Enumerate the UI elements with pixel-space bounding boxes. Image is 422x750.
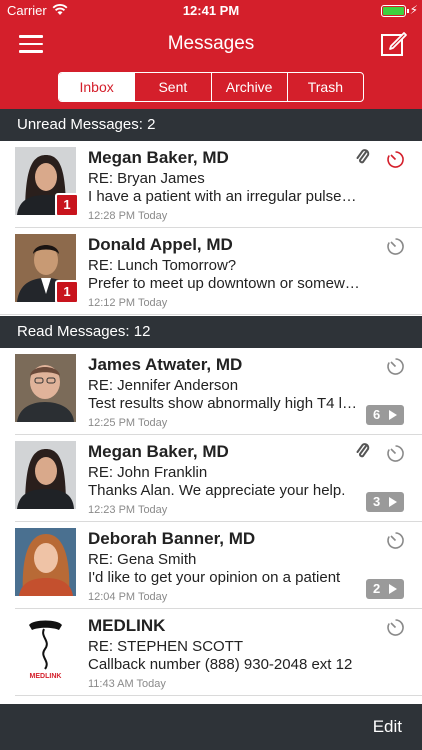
message-timestamp: 12:25 PM Today [88,417,168,429]
message-timestamp: 12:04 PM Today [88,591,168,603]
status-bar: Carrier 12:41 PM ⚡ [0,0,422,22]
thread-count: 3 [373,494,381,509]
thread-count: 2 [373,581,381,596]
thread-count-button[interactable]: 3 [366,492,404,512]
message-timestamp: 12:28 PM Today [88,210,168,222]
tab-archive[interactable]: Archive [210,73,287,101]
segmented-control: Inbox Sent Archive Trash [58,72,364,102]
sender-name: Donald Appel, MD [88,235,233,254]
sender-name: Megan Baker, MD [88,442,229,461]
message-row[interactable]: Megan Baker, MD RE: John Franklin Thanks… [0,435,422,522]
sender-name: Deborah Banner, MD [88,529,256,548]
message-preview: I have a patient with an irregular pulse… [88,188,360,205]
message-preview: Thanks Alan. We appreciate your help. [88,482,346,499]
sender-name: MEDLINK [88,616,166,635]
navigation-bar: Messages [0,22,422,65]
message-timestamp: 11:43 AM Today [88,678,166,690]
play-arrow-icon [389,497,397,507]
expiration-timer-icon [387,445,404,462]
expiration-timer-icon [387,151,404,168]
medlink-logo: MEDLINK [15,615,76,683]
avatar [15,441,76,509]
expiration-timer-icon [387,358,404,375]
expiration-timer-icon [387,238,404,255]
medlink-logo-text: MEDLINK [30,673,62,680]
expiration-timer-icon [387,532,404,549]
message-subject: RE: Lunch Tomorrow? [88,257,237,274]
unread-count-badge: 1 [55,193,79,217]
compose-icon[interactable] [380,29,408,57]
bottom-toolbar: Edit [0,704,422,750]
message-subject: RE: Bryan James [88,170,205,187]
tab-trash[interactable]: Trash [286,73,363,101]
thread-count-button[interactable]: 2 [366,579,404,599]
message-row[interactable]: MEDLINK MEDLINK RE: STEPHEN SCOTT Callba… [0,609,422,696]
tab-inbox[interactable]: Inbox [59,73,135,101]
sender-name: James Atwater, MD [88,355,243,374]
attachment-icon [356,149,370,164]
message-timestamp: 12:23 PM Today [88,504,168,516]
message-preview: Prefer to meet up downtown or somewhere … [88,275,360,292]
message-row[interactable]: 1 Megan Baker, MD RE: Bryan James I have… [0,141,422,228]
play-arrow-icon [389,410,397,420]
sender-name: Megan Baker, MD [88,148,229,167]
play-arrow-icon [389,584,397,594]
message-row[interactable]: Deborah Banner, MD RE: Gena Smith I'd li… [0,522,422,609]
unread-section-header: Unread Messages: 2 [0,109,422,141]
message-subject: RE: John Franklin [88,464,208,481]
thread-count: 6 [373,407,381,422]
message-preview: Callback number (888) 930-2048 ext 12 [88,656,353,673]
message-subject: RE: STEPHEN SCOTT [88,638,244,655]
expiration-timer-icon [387,619,404,636]
message-preview: Test results show abnormally high T4 lev… [88,395,360,412]
read-section-header: Read Messages: 12 [0,316,422,348]
charging-icon: ⚡ [409,3,418,17]
avatar [15,528,76,596]
message-timestamp: 12:12 PM Today [88,297,168,309]
page-title: Messages [167,33,255,54]
message-subject: RE: Jennifer Anderson [88,377,239,394]
tab-sent[interactable]: Sent [134,73,210,101]
avatar [15,354,76,422]
thread-count-button[interactable]: 6 [366,405,404,425]
message-subject: RE: Gena Smith [88,551,197,568]
message-preview: I'd like to get your opinion on a patien… [88,569,341,586]
attachment-icon [356,443,370,458]
clock-time: 12:41 PM [182,3,240,18]
battery-icon [381,5,406,17]
edit-button[interactable]: Edit [373,717,402,737]
message-row[interactable]: James Atwater, MD RE: Jennifer Anderson … [0,348,422,435]
mailbox-tab-bar: Inbox Sent Archive Trash [0,65,422,109]
unread-count-badge: 1 [55,280,79,304]
message-row[interactable]: 1 Donald Appel, MD RE: Lunch Tomorrow? P… [0,228,422,315]
